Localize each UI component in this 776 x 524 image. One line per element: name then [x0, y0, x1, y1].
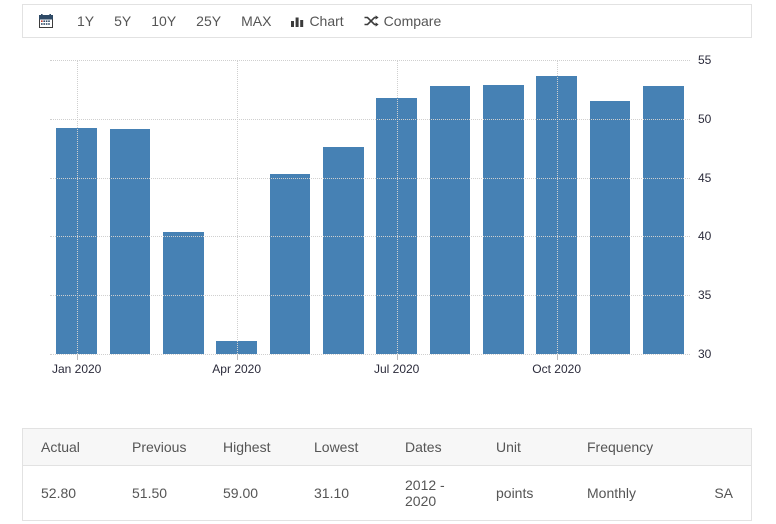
y-axis-tick-label: 30 [698, 347, 712, 361]
y-gridline [50, 177, 690, 179]
y-axis-tick-label: 40 [698, 229, 712, 244]
calendar-button[interactable] [33, 14, 67, 28]
table-cell: 52.80 [23, 465, 114, 520]
y-gridline [50, 236, 690, 238]
x-axis-tick-mark [236, 354, 238, 360]
y-gridline [50, 295, 690, 297]
table-row: 52.80 51.50 59.00 31.10 2012 - 2020 points Mon… [23, 465, 751, 520]
shuffle-icon [364, 15, 379, 27]
x-axis-tick-label: Apr 2020 [212, 362, 262, 376]
range-button-5y[interactable]: 5Y [104, 5, 141, 37]
table-header-row: Actual Previous Highest Lowest Dates Unit Freq… [23, 429, 751, 466]
x-axis-tick-label: Jul 2020 [373, 362, 420, 376]
range-button-1y[interactable]: 1Y [67, 5, 104, 37]
x-axis-tick-label: Jan 2020 [51, 362, 102, 376]
table-column-header: Previous [114, 429, 205, 466]
y-axis-tick-label: 55 [698, 53, 712, 67]
x-gridline [396, 60, 398, 354]
table-cell: SA [660, 465, 751, 520]
compare-label: Compare [383, 13, 442, 29]
chart-toolbar: 1Y 5Y 10Y 25Y MAX Chart Compare [22, 4, 752, 38]
summary-table: Actual Previous Highest Lowest Dates Unit Freq… [22, 428, 752, 521]
range-label: MAX [241, 13, 272, 29]
range-label: 5Y [114, 13, 132, 29]
table-cell: 59.00 [205, 465, 296, 520]
range-label: 10Y [151, 13, 177, 29]
x-gridline [76, 60, 78, 354]
chart-plot-area[interactable]: 30 35 40 45 50 55 Jan 2020 Apr 2020 Jul 2020 Oct … [50, 53, 711, 376]
y-axis-tick-label: 35 [698, 288, 712, 303]
range-button-10y[interactable]: 10Y [141, 5, 186, 37]
table-column-header: Dates [387, 429, 478, 466]
chart-panel: 30 35 40 45 50 55 Jan 2020 Apr 2020 Jul 2020 Oct … [22, 44, 752, 384]
range-button-max[interactable]: MAX [231, 5, 281, 37]
y-gridline [50, 354, 690, 355]
bar-chart-icon [291, 15, 304, 27]
y-gridline [50, 118, 690, 120]
range-label: 1Y [77, 13, 95, 29]
table-cell: 51.50 [114, 465, 205, 520]
bar[interactable] [109, 129, 151, 354]
range-label: 25Y [196, 13, 222, 29]
table-column-header: Highest [205, 429, 296, 466]
bar[interactable] [589, 101, 631, 354]
table-column-header: Unit [478, 429, 569, 466]
table-column-header [660, 429, 751, 466]
bar[interactable] [483, 84, 524, 354]
y-axis-tick-label: 45 [698, 170, 712, 185]
table-column-header: Actual [23, 429, 114, 466]
bar[interactable] [429, 85, 471, 354]
x-gridline [556, 60, 558, 354]
calendar-icon [39, 14, 53, 28]
table-cell: points [478, 465, 569, 520]
x-gridline [236, 60, 238, 354]
table-cell: 2012 - 2020 [387, 465, 478, 520]
compare-button[interactable]: Compare [354, 5, 452, 37]
bar[interactable] [643, 85, 684, 354]
bar[interactable] [269, 174, 311, 354]
chart-type-label: Chart [309, 13, 344, 29]
table-cell: 31.10 [296, 465, 387, 520]
bar[interactable] [163, 231, 204, 354]
table-column-header: Lowest [296, 429, 387, 466]
x-axis-tick-mark [396, 354, 398, 360]
table-column-header: Frequency [569, 429, 660, 466]
y-axis-tick-label: 50 [698, 111, 712, 126]
y-gridline [50, 60, 690, 61]
x-axis-tick-label: Oct 2020 [532, 362, 582, 376]
chart-type-button[interactable]: Chart [281, 5, 353, 37]
x-axis-tick-mark [556, 354, 558, 360]
range-button-25y[interactable]: 25Y [186, 5, 231, 37]
x-axis-tick-mark [76, 354, 78, 360]
bar-series [50, 60, 690, 354]
table-cell: Monthly [569, 465, 660, 520]
